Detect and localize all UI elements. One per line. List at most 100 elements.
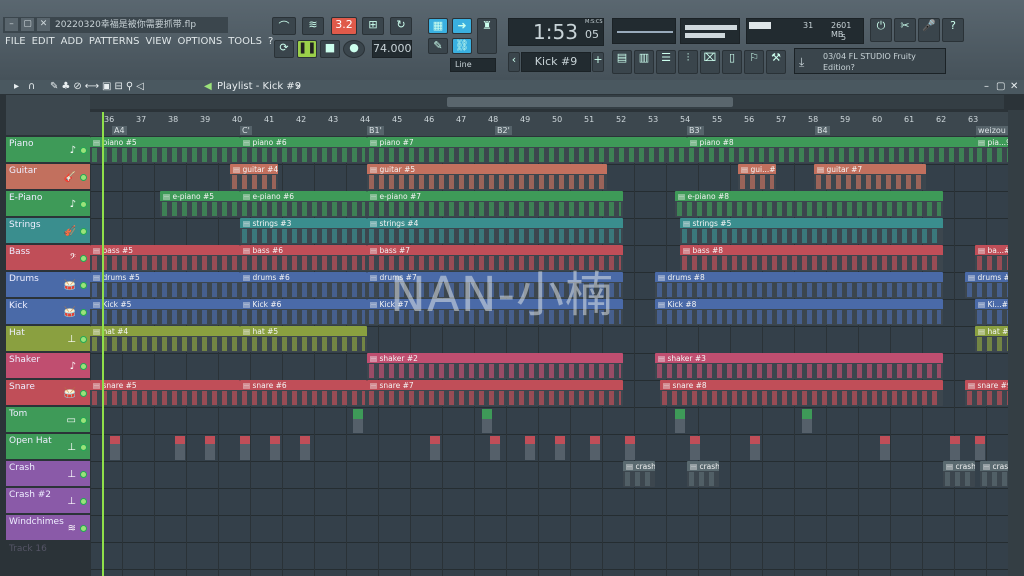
pattern-song-toggle[interactable]: ⌒ [272, 17, 296, 35]
microphone-icon[interactable]: 🎤 [918, 18, 940, 42]
pattern-clip[interactable]: ▤ e-piano #6 [240, 191, 367, 217]
tom-clip[interactable] [353, 409, 363, 433]
scroll-thumb[interactable] [447, 97, 733, 107]
play-button[interactable]: ❚❚ [297, 40, 317, 58]
magnet-icon[interactable]: ∩ [28, 80, 35, 94]
open-hat-clip[interactable] [300, 436, 310, 460]
mute-led-icon[interactable] [80, 282, 87, 289]
song-mode-icon[interactable]: ⟳ [274, 40, 294, 58]
mute-led-icon[interactable] [80, 363, 87, 370]
mixer-icon[interactable]: ⫶ [678, 50, 698, 74]
mute-led-icon[interactable] [80, 255, 87, 262]
marker[interactable]: B2' [495, 126, 512, 135]
pattern-clip[interactable]: ▤ bass #6 [240, 245, 367, 271]
menu-item-view[interactable]: VIEW [146, 36, 172, 47]
pattern-clip[interactable]: ▤ guitar #5 [367, 164, 607, 190]
pencil-icon[interactable]: ✎ [428, 38, 448, 54]
marker[interactable]: B4 [815, 126, 830, 135]
track-header-hat[interactable]: Hat ⊥ [6, 326, 90, 352]
snap-selector[interactable]: Line [450, 58, 496, 72]
browser-icon[interactable]: ▯ [722, 50, 742, 74]
playlist-menu-icon[interactable]: ▸ [14, 80, 19, 94]
track-header-windchimes[interactable]: Windchimes ≋ [6, 515, 90, 541]
open-hat-clip[interactable] [240, 436, 250, 460]
open-hat-clip[interactable] [175, 436, 185, 460]
power-icon[interactable]: ⏻ [870, 18, 892, 42]
mute-led-icon[interactable] [80, 336, 87, 343]
pattern-clip[interactable]: ▤ crash [943, 461, 975, 487]
pattern-clip[interactable]: ▤ bass #8 [680, 245, 943, 271]
track-header-drums[interactable]: Drums 🥁 [6, 272, 90, 298]
timeline-ruler[interactable]: 36 37 38 39 40 41 42 43 44 45 46 47 48 49 50 51 52 53 54 55… [90, 112, 1024, 136]
open-hat-clip[interactable] [270, 436, 280, 460]
mute-led-icon[interactable] [80, 525, 87, 532]
min-icon[interactable]: – [984, 80, 989, 94]
restore-icon[interactable]: ▢ [21, 18, 34, 31]
pattern-clip[interactable]: ▤ snare #7 [367, 380, 623, 406]
pattern-clip[interactable]: ▤ e-piano #8 [675, 191, 943, 217]
mute-led-icon[interactable] [80, 444, 87, 451]
tools-icon[interactable]: ⚒ [766, 50, 786, 74]
plugin-icon[interactable]: ⌧ [700, 50, 720, 74]
pattern-clip[interactable]: ▤ crash [687, 461, 719, 487]
open-hat-clip[interactable] [430, 436, 440, 460]
open-hat-clip[interactable] [625, 436, 635, 460]
prev-pattern-icon[interactable]: ‹ [508, 52, 520, 72]
open-hat-clip[interactable] [590, 436, 600, 460]
pattern-number[interactable]: 3.2 [331, 17, 357, 35]
pattern-selector[interactable]: Kick #9 [521, 52, 591, 72]
stamp-icon[interactable]: ♜ [477, 18, 497, 54]
horizontal-scroll[interactable] [90, 95, 1004, 109]
pattern-clip[interactable]: ▤ Kick #6 [240, 299, 367, 325]
stop-button[interactable]: ■ [320, 40, 340, 58]
mute-led-icon[interactable] [80, 390, 87, 397]
track-header-kick[interactable]: Kick 🥁 [6, 299, 90, 325]
pattern-clip[interactable]: ▤ piano #7 [367, 137, 687, 163]
tempo-display[interactable]: 74.000 [372, 40, 412, 58]
pattern-clip[interactable]: ▤ drums #5 [90, 272, 240, 298]
pattern-clip[interactable]: ▤ snare #5 [90, 380, 240, 406]
pattern-clip[interactable]: ▤ piano #8 [687, 137, 975, 163]
mute-led-icon[interactable] [80, 498, 87, 505]
track-header-crash[interactable]: Crash ⊥ [6, 461, 90, 487]
hint-icon[interactable]: ⚐ [744, 50, 764, 74]
news-panel[interactable]: ⤓ 03/04 FL STUDIO Fruity Edition? [794, 48, 946, 74]
track-header-open-hat[interactable]: Open Hat ⊥ [6, 434, 90, 460]
pattern-clip[interactable]: ▤ hat #4 [90, 326, 240, 352]
marker[interactable]: A4 [112, 126, 127, 135]
minimize-icon[interactable]: – [5, 18, 18, 31]
tom-clip[interactable] [802, 409, 812, 433]
track-header-tom[interactable]: Tom ▭ [6, 407, 90, 433]
tom-clip[interactable] [482, 409, 492, 433]
open-hat-clip[interactable] [690, 436, 700, 460]
pattern-clip[interactable]: ▤ shaker #3 [655, 353, 943, 379]
menu-item-options[interactable]: OPTIONS [178, 36, 223, 47]
menu-item-add[interactable]: ADD [61, 36, 83, 47]
pattern-clip[interactable]: ▤ e-piano #7 [367, 191, 623, 217]
pattern-clip[interactable]: ▤ shaker #2 [367, 353, 623, 379]
pattern-clip[interactable]: ▤ guitar #4 [230, 164, 278, 190]
track-header-strings[interactable]: Strings 🎻 [6, 218, 90, 244]
pattern-clip[interactable]: ▤ drums #8 [655, 272, 943, 298]
menu-item-[interactable]: ? [268, 36, 273, 47]
pattern-clip[interactable]: ▤ snare #8 [660, 380, 943, 406]
vertical-scroll[interactable] [1008, 110, 1024, 576]
open-hat-clip[interactable] [750, 436, 760, 460]
playhead[interactable] [102, 112, 104, 576]
track-header-e-piano[interactable]: E-Piano ♪ [6, 191, 90, 217]
snap-arrow-icon[interactable]: ➜ [452, 18, 472, 34]
cut-icon[interactable]: ✂ [894, 18, 916, 42]
open-hat-clip[interactable] [880, 436, 890, 460]
track-header-guitar[interactable]: Guitar 🎸 [6, 164, 90, 190]
menu-item-file[interactable]: FILE [5, 36, 26, 47]
pattern-clip[interactable]: ▤ piano #5 [90, 137, 240, 163]
pattern-clip[interactable]: ▤ strings #3 [240, 218, 367, 244]
pattern-clip[interactable]: ▤ Kick #5 [90, 299, 240, 325]
menu-item-edit[interactable]: EDIT [32, 36, 55, 47]
loop-record-icon[interactable]: ↻ [390, 17, 412, 35]
menu-item-tools[interactable]: TOOLS [228, 36, 262, 47]
pattern-clip[interactable]: ▤ Kick #8 [655, 299, 943, 325]
pattern-clip[interactable]: ▤ drums #6 [240, 272, 367, 298]
playlist-icon[interactable]: ▤ [612, 50, 632, 74]
tom-clip[interactable] [675, 409, 685, 433]
